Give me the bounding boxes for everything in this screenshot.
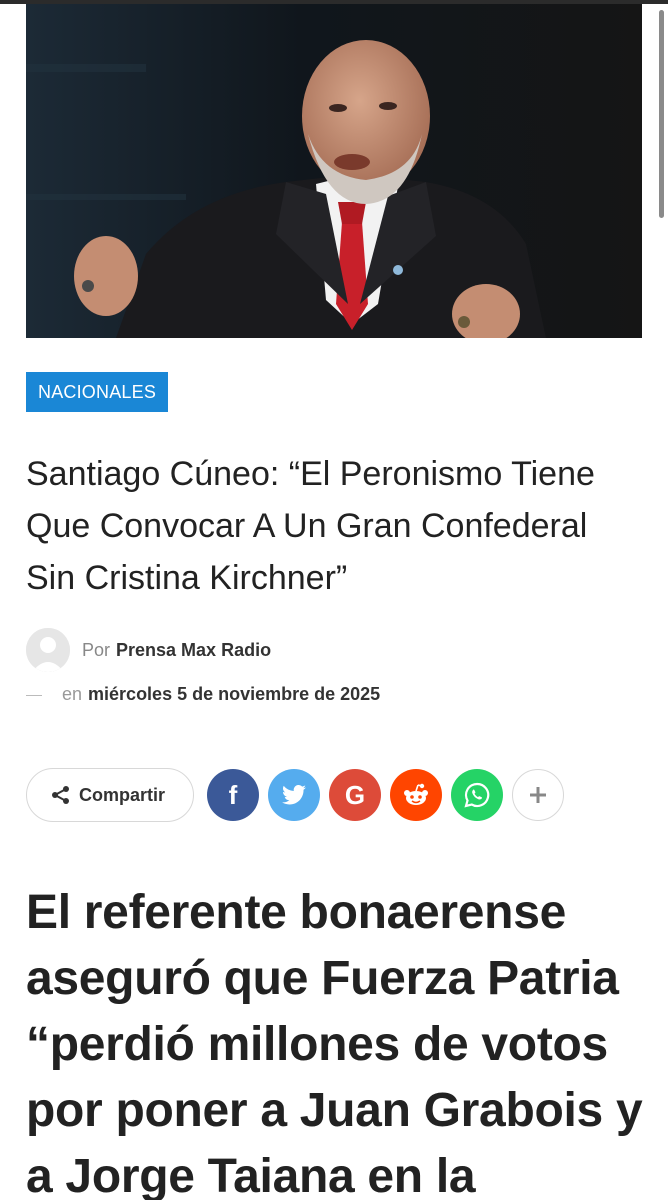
twitter-icon (282, 785, 306, 805)
share-label: Compartir (79, 784, 166, 805)
dateline: en miércoles 5 de noviembre de 2025 (26, 684, 380, 705)
whatsapp-icon (464, 782, 490, 808)
more-share-button[interactable] (512, 769, 564, 821)
scrollbar[interactable] (659, 10, 664, 218)
google-share-button[interactable]: G (329, 769, 381, 821)
divider (26, 694, 42, 696)
reddit-icon (404, 783, 428, 805)
author-prefix: Por (82, 640, 111, 660)
plus-icon (530, 787, 546, 803)
byline: Por Prensa Max Radio (82, 640, 271, 661)
facebook-share-button[interactable]: f (207, 769, 259, 821)
publish-date: miércoles 5 de noviembre de 2025 (88, 684, 381, 704)
article-title: Santiago Cúneo: “El Peronismo Tiene Que … (26, 455, 595, 597)
article-lead: El referente bonaerense aseguró que Fuer… (26, 886, 643, 1200)
reddit-share-button[interactable] (390, 769, 442, 821)
author-link[interactable]: Prensa Max Radio (116, 640, 271, 660)
date-prefix: en (62, 684, 83, 704)
share-button[interactable]: Compartir (26, 768, 194, 822)
twitter-share-button[interactable] (268, 769, 320, 821)
whatsapp-share-button[interactable] (451, 769, 503, 821)
google-icon: G (344, 779, 366, 810)
share-icon (51, 785, 71, 805)
author-avatar (26, 628, 70, 672)
category-badge[interactable]: NACIONALES (26, 372, 169, 412)
facebook-icon: f (228, 779, 238, 810)
hero-image (26, 4, 642, 338)
